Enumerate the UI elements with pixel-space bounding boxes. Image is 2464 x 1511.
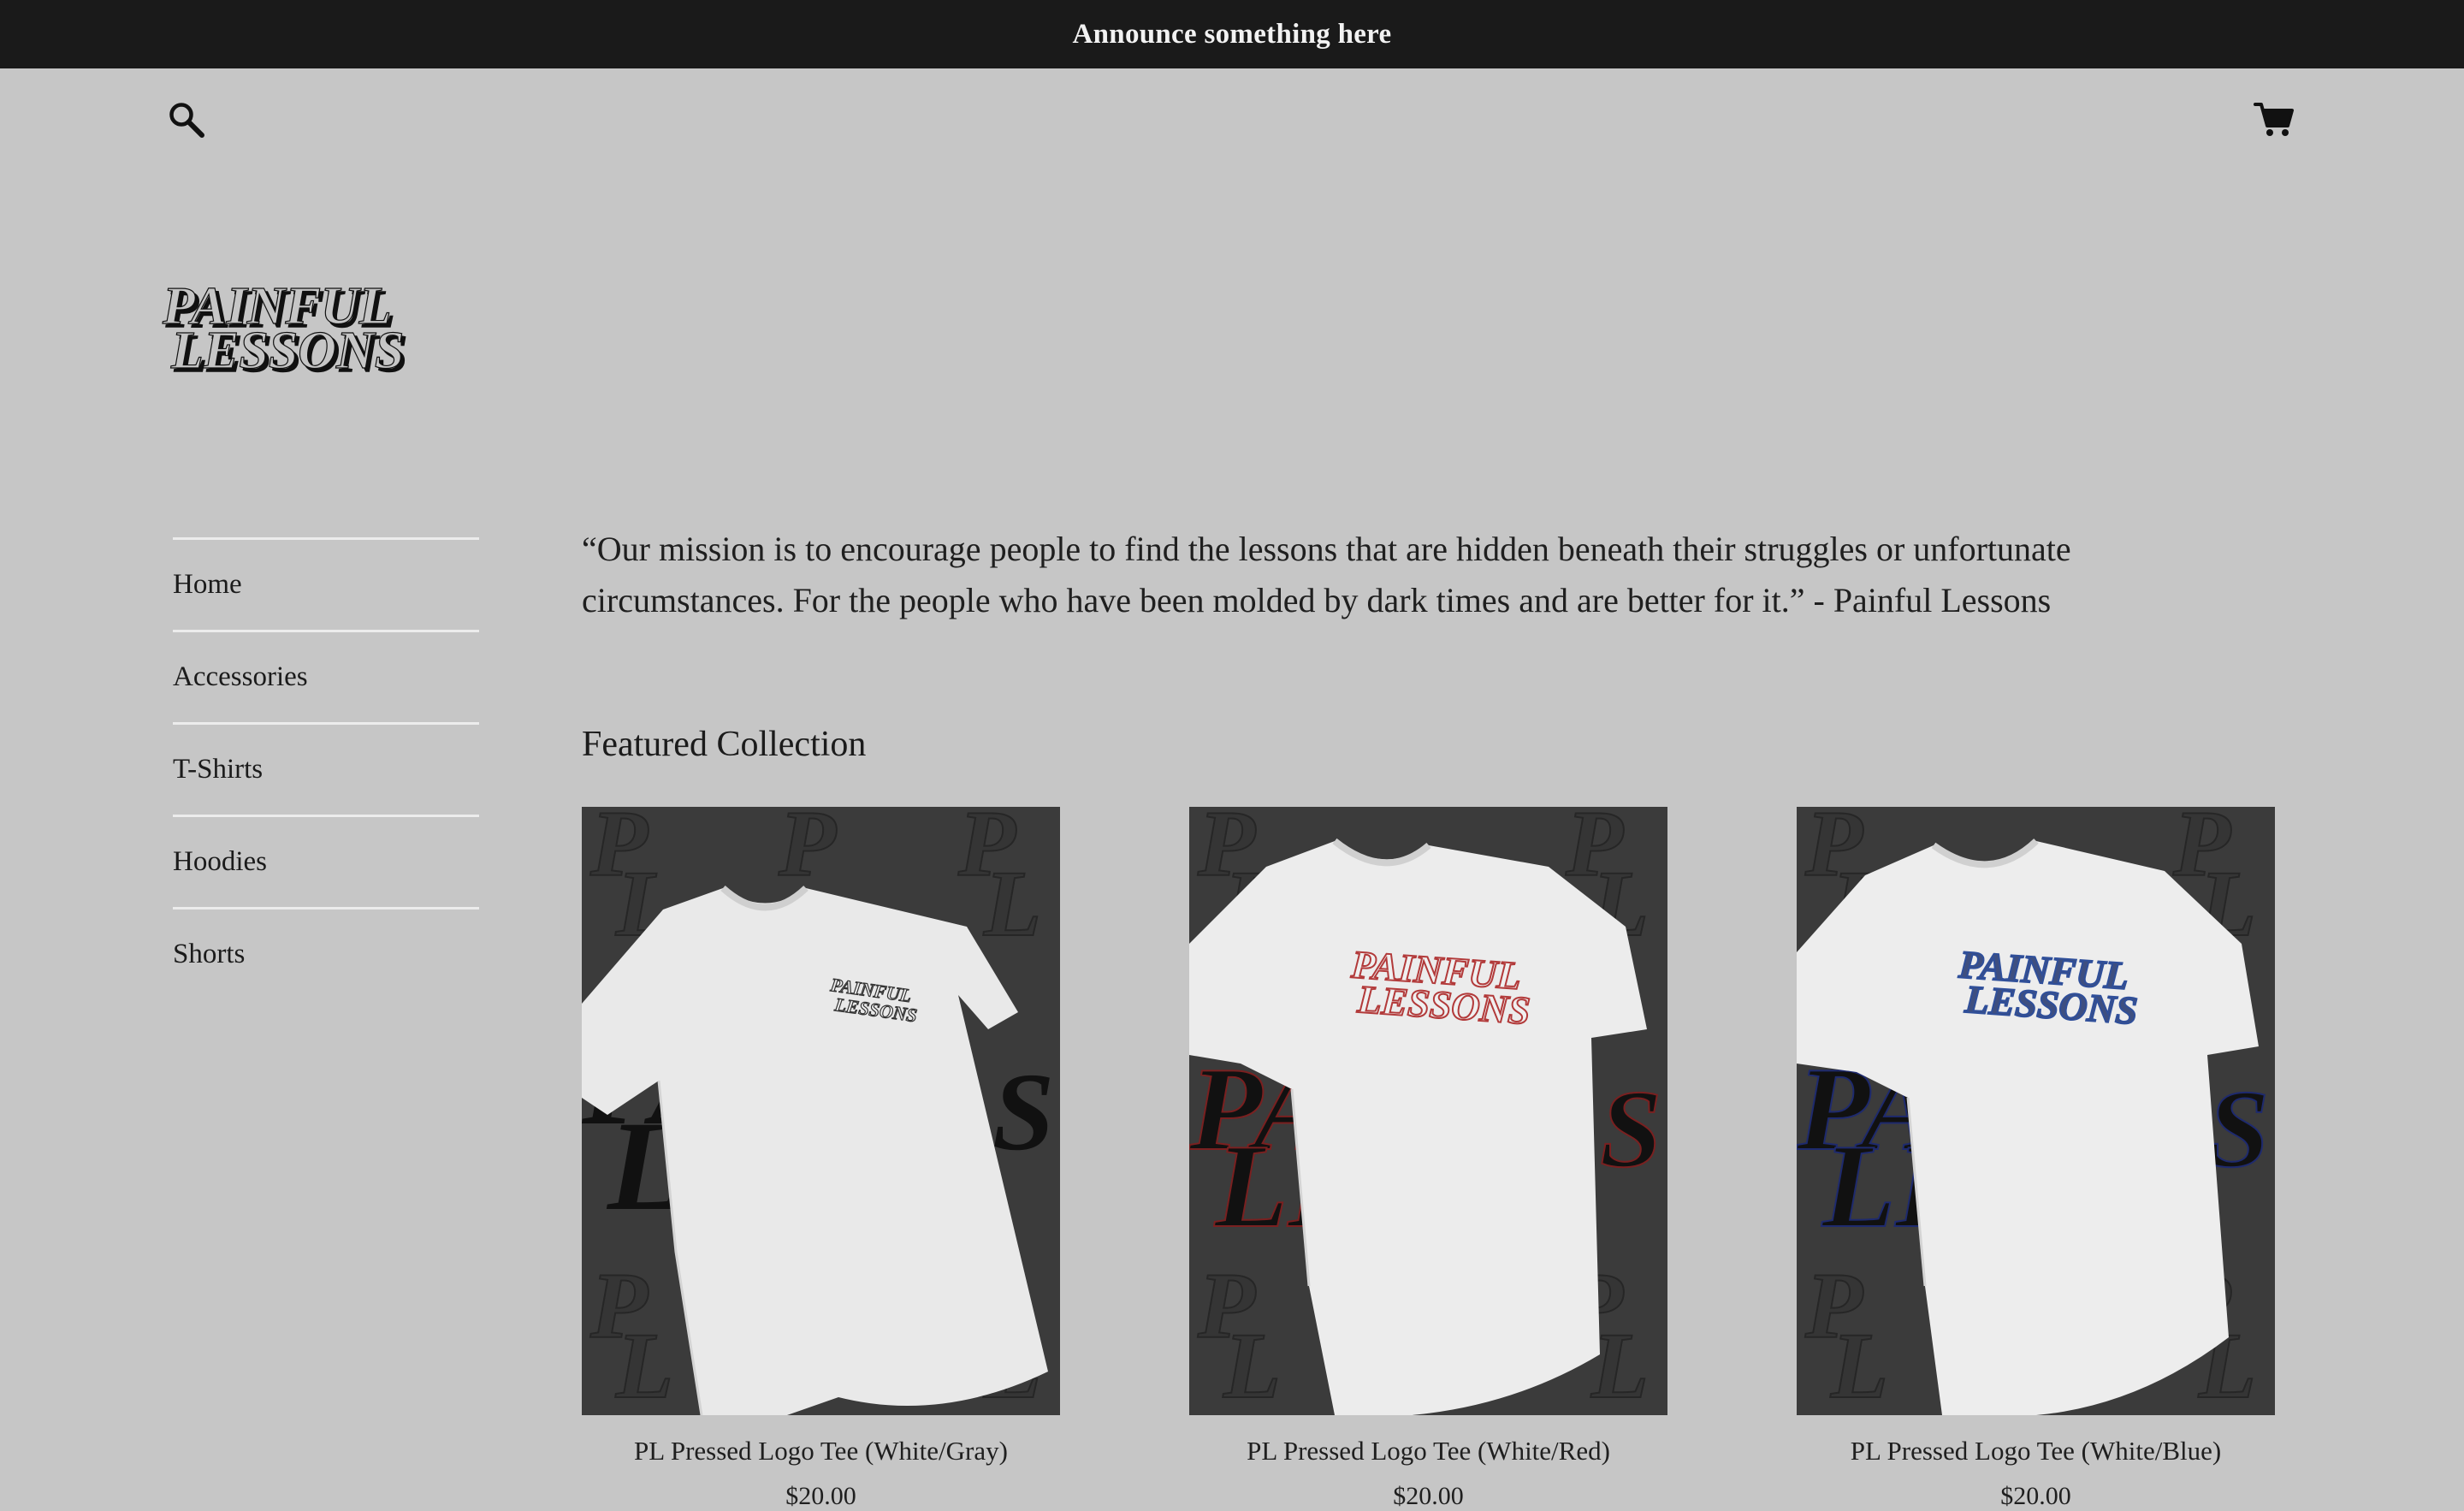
mission-statement: “Our mission is to encourage people to f… bbox=[582, 530, 2071, 619]
nav-item-label: Shorts bbox=[173, 939, 246, 969]
product-name[interactable]: PL Pressed Logo Tee (White/Red) bbox=[1189, 1436, 1667, 1467]
logo-image: PAINFUL PAINFUL LESSONS LESSONS bbox=[161, 276, 408, 383]
product-name[interactable]: PL Pressed Logo Tee (White/Blue) bbox=[1797, 1436, 2275, 1467]
brand-logo[interactable]: PAINFUL PAINFUL LESSONS LESSONS bbox=[156, 274, 464, 385]
svg-text:L: L bbox=[1223, 1313, 1281, 1415]
announcement-text: Announce something here bbox=[1072, 18, 1392, 50]
nav-item-t-shirts[interactable]: T-Shirts bbox=[173, 725, 479, 817]
nav-item-hoodies[interactable]: Hoodies bbox=[173, 817, 479, 910]
nav-item-label: Hoodies bbox=[173, 846, 267, 877]
product-price: $20.00 bbox=[2000, 1482, 2071, 1510]
nav-item-label: T-Shirts bbox=[173, 754, 264, 785]
product-card[interactable]: PL P PL PL PL PA L S PAINFUL LESSONS PL … bbox=[582, 807, 1060, 1511]
svg-text:S: S bbox=[2207, 1068, 2269, 1191]
product-price: $20.00 bbox=[785, 1482, 856, 1510]
announcement-bar: Announce something here bbox=[0, 0, 2464, 68]
svg-text:L: L bbox=[615, 1313, 673, 1415]
cart-icon bbox=[2254, 103, 2294, 136]
nav-item-label: Accessories bbox=[173, 661, 308, 692]
svg-text:S: S bbox=[992, 1051, 1054, 1174]
svg-text:L: L bbox=[1830, 1313, 1888, 1415]
svg-text:L: L bbox=[1590, 1313, 1649, 1415]
product-name[interactable]: PL Pressed Logo Tee (White/Gray) bbox=[582, 1436, 1060, 1467]
svg-text:LESSONS: LESSONS bbox=[170, 322, 404, 380]
nav-item-label: Home bbox=[173, 569, 242, 600]
product-image[interactable]: PL PL PL PL PA LE S PAINFUL LESSONS bbox=[1189, 807, 1667, 1415]
product-price: $20.00 bbox=[1393, 1482, 1464, 1510]
svg-text:P: P bbox=[778, 807, 837, 896]
svg-text:L: L bbox=[983, 851, 1041, 956]
nav-item-accessories[interactable]: Accessories bbox=[173, 632, 479, 725]
search-button[interactable] bbox=[164, 96, 209, 144]
search-icon bbox=[169, 103, 204, 138]
featured-collection-title: Featured Collection bbox=[582, 725, 867, 764]
svg-text:S: S bbox=[1600, 1068, 1661, 1191]
nav-item-home[interactable]: Home bbox=[173, 540, 479, 632]
product-card[interactable]: PL PL PL PL PA LE S PAINFUL LESSONS PL P… bbox=[1797, 807, 2275, 1511]
sidebar-nav: Home Accessories T-Shirts Hoodies Shorts bbox=[173, 537, 479, 999]
product-image[interactable]: PL PL PL PL PA LE S PAINFUL LESSONS bbox=[1797, 807, 2275, 1415]
cart-button[interactable] bbox=[2250, 96, 2298, 144]
product-image[interactable]: PL P PL PL PL PA L S PAINFUL LESSONS bbox=[582, 807, 1060, 1415]
product-card[interactable]: PL PL PL PL PA LE S PAINFUL LESSONS PL P… bbox=[1189, 807, 1667, 1511]
nav-item-shorts[interactable]: Shorts bbox=[173, 910, 479, 999]
